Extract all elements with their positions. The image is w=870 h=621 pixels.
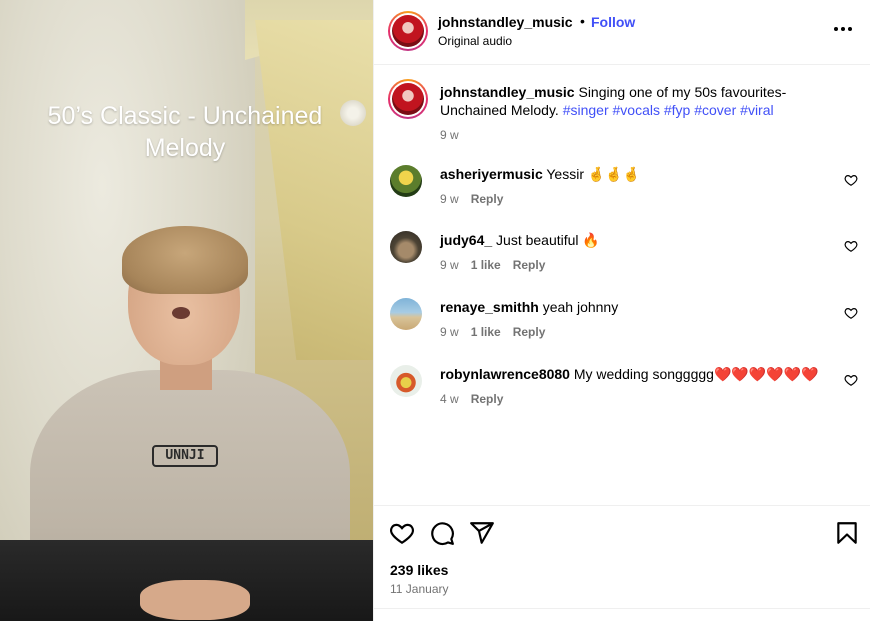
comment-like-icon[interactable] [844,239,858,253]
comment-like-icon[interactable] [844,306,858,320]
follow-button[interactable]: Follow [591,14,635,30]
comment-username[interactable]: renaye_smithh [440,299,539,315]
caption-text: johnstandley_music Singing one of my 50s… [440,83,825,119]
commenter-avatar[interactable] [390,365,422,397]
comment-like-icon[interactable] [844,373,858,387]
hashtag-vocals[interactable]: #vocals [613,102,660,118]
video-person-hair [122,226,248,294]
hashtag-viral[interactable]: #viral [740,102,773,118]
comment-text: Just beautiful 🔥 [496,232,600,248]
post-date: 11 January [390,582,449,596]
divider [374,608,870,609]
likes-count[interactable]: 239 likes [390,562,448,578]
header-separator: • [580,13,585,29]
video-person-hands [140,580,250,620]
reply-button[interactable]: Reply [471,392,504,406]
comment-icon[interactable] [429,520,455,546]
reply-button[interactable]: Reply [513,258,546,272]
author-avatar[interactable] [388,11,428,51]
video-side-wall [255,20,373,360]
video-overlay-text: 50’s Classic - Unchained Melody [47,102,323,162]
caption-time: 9 w [440,128,459,142]
commenter-avatar[interactable] [390,165,422,197]
video-person-mouth [172,307,190,319]
commenter-avatar[interactable] [390,298,422,330]
heart-icon[interactable] [389,520,415,546]
reel-video[interactable]: UNNJI 50’s Classic - Unchained Melody [0,0,373,621]
post-actions: 239 likes 11 January [374,505,870,609]
comment-time: 9 w [440,325,459,339]
comment-like-icon[interactable] [844,173,858,187]
reply-button[interactable]: Reply [471,192,504,206]
post-header: johnstandley_music • Follow Original aud… [374,0,870,65]
comment-username[interactable]: robynlawrence8080 [440,366,570,382]
hashtag-fyp[interactable]: #fyp [664,102,690,118]
comment-text: My wedding songgggg❤️❤️❤️❤️❤️❤️ [573,366,819,382]
hashtag-cover[interactable]: #cover [694,102,736,118]
audio-link[interactable]: Original audio [438,34,512,48]
caption-username[interactable]: johnstandley_music [440,84,575,100]
comment-text: Yessir 🤞🤞🤞 [546,166,641,182]
author-username[interactable]: johnstandley_music [438,14,573,30]
shirt-print: UNNJI [152,445,218,467]
post-side-panel: johnstandley_music • Follow Original aud… [373,0,870,621]
more-options-icon[interactable] [829,19,857,39]
comment-username[interactable]: judy64_ [440,232,492,248]
comment-time: 4 w [440,392,459,406]
comment-like-count[interactable]: 1 like [471,325,501,339]
bookmark-icon[interactable] [834,520,860,546]
comment-username[interactable]: asheriyermusic [440,166,543,182]
share-icon[interactable] [469,520,495,546]
hashtag-singer[interactable]: #singer [563,102,609,118]
comment-time: 9 w [440,192,459,206]
caption-author-avatar[interactable] [388,79,428,119]
commenter-avatar[interactable] [390,231,422,263]
comment-like-count[interactable]: 1 like [471,258,501,272]
comment-time: 9 w [440,258,459,272]
reply-button[interactable]: Reply [513,325,546,339]
comment-text: yeah johnny [542,299,619,315]
